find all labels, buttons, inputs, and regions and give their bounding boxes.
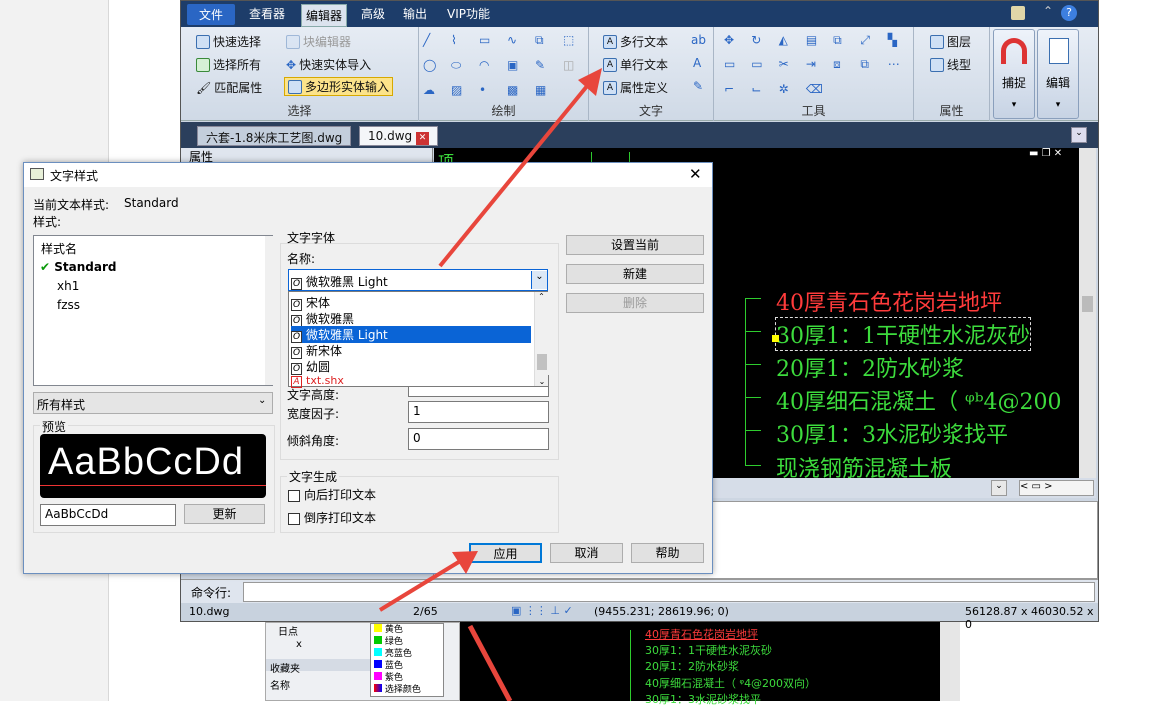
arrow-to-apply	[378, 558, 464, 612]
annotation-arrows	[378, 68, 602, 701]
arrow-to-text-style	[438, 78, 594, 268]
arrow-bottom	[467, 624, 513, 701]
